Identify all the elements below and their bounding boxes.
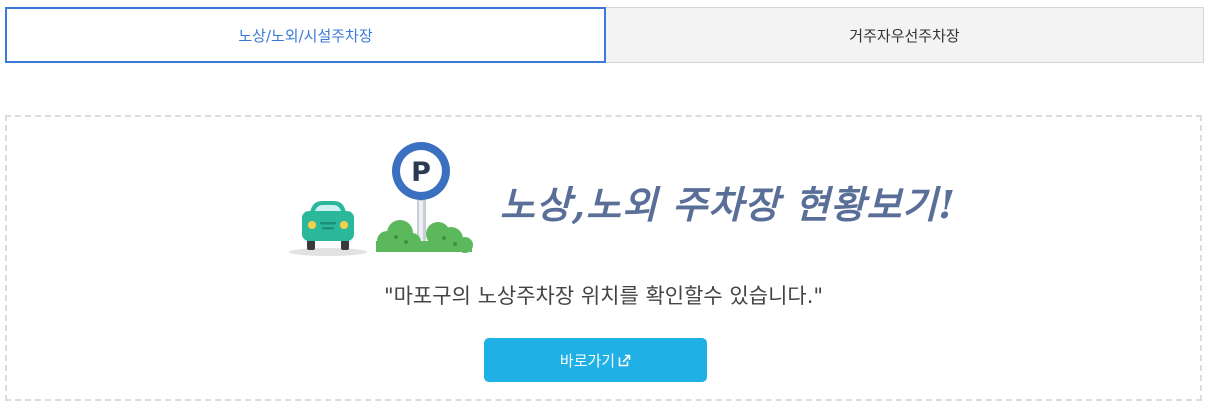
tab-street-offstreet-facility-parking[interactable]: 노상/노외/시설주차장 [5, 7, 606, 63]
headline: 노상,노외 주차장 현황보기! [500, 182, 956, 227]
tab-label: 노상/노외/시설주차장 [238, 26, 373, 45]
sign-letter: P [411, 157, 431, 188]
description-text: "마포구의 노상주차장 위치를 확인할수 있습니다." [383, 284, 824, 308]
tab-bar: 노상/노외/시설주차장 거주자우선주차장 [5, 7, 1204, 63]
parking-illustration: P [289, 142, 473, 256]
go-to-button-label: 바로가기 [559, 351, 616, 370]
ground-shadow [289, 248, 367, 256]
tab-label: 거주자우선주차장 [849, 26, 960, 45]
go-to-button[interactable]: 바로가기 [484, 338, 707, 382]
tab-resident-priority-parking[interactable]: 거주자우선주차장 [606, 7, 1204, 63]
car-icon [302, 201, 354, 250]
content-panel: P 노상,노외 주차장 현황보기! "마포구의 노상주차장 위치를 확인할수 있… [5, 115, 1202, 401]
external-link-icon [618, 354, 631, 366]
